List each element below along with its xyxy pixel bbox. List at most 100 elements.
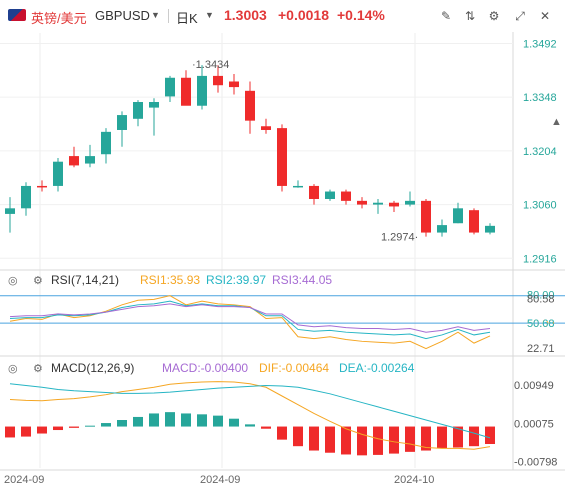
price-tick-label: 1.3060 [523, 200, 557, 212]
candle-body [181, 77, 191, 106]
macd-histogram-bar [5, 426, 15, 438]
macd-panel [5, 381, 495, 456]
x-axis-label: 2024-10 [394, 474, 434, 486]
price-tick-label: 1.2916 [523, 253, 557, 265]
candle-body [133, 102, 143, 119]
macd-histogram-bar [245, 424, 255, 427]
price-axis: 1.34921.33481.32041.30601.2916▲80.0080.5… [514, 38, 562, 468]
x-axis-label: 2024-09 [4, 474, 44, 486]
candle-body [389, 202, 399, 207]
candle-body [165, 77, 175, 97]
macd-histogram-bar [309, 426, 319, 451]
macd-histogram-bar [53, 426, 63, 431]
candle-body [197, 75, 207, 106]
macd-histogram-bar [85, 425, 95, 427]
macd-histogram-bar [277, 426, 287, 440]
candle-body [453, 208, 463, 224]
rsi-settings-icon: ⚙ [33, 275, 43, 287]
rsi-line-rsi3 [9, 303, 491, 333]
candle-body [341, 191, 351, 201]
macd-title: MACD(12,26,9) [51, 361, 134, 375]
candle-body [357, 200, 367, 205]
rsi-legend-item: RSI1:35.93 [140, 273, 200, 287]
candle-body [37, 185, 47, 188]
candle-body [213, 75, 223, 86]
candle-body [245, 90, 255, 121]
candle-body [293, 185, 303, 188]
macd-settings-icon: ⚙ [33, 363, 43, 375]
candle-body [101, 131, 111, 155]
candle-body [373, 202, 383, 205]
macd-histogram-bar [197, 414, 207, 427]
macd-histogram-bar [261, 426, 271, 429]
macd-histogram-bar [149, 413, 159, 427]
macd-histogram-bar [389, 426, 399, 454]
rsi-title: RSI(7,14,21) [51, 273, 119, 287]
macd-histogram-bar [165, 412, 175, 427]
x-axis: 2024-09 2024-09 2024-10 [4, 474, 434, 486]
candle-body [69, 156, 79, 166]
macd-histogram-bar [181, 413, 191, 427]
candle-body [277, 128, 287, 186]
macd-histogram-bar [37, 426, 47, 434]
price-tick-label: 1.3348 [523, 92, 557, 104]
macd-toggle-icon: ◎ [8, 363, 18, 375]
macd-histogram-bar [293, 426, 303, 447]
macd-legend-item: DIF:-0.00464 [259, 361, 329, 375]
high-price-label: ·1.3434 [192, 59, 229, 71]
grid-lines [0, 32, 565, 471]
candle-body [421, 200, 431, 233]
candle-body [485, 225, 495, 233]
candle-body [309, 185, 319, 199]
macd-histogram-bar [325, 426, 335, 453]
candle-body [5, 208, 15, 214]
rsi-panel [0, 295, 565, 350]
rsi-tick-label: 50.68 [527, 318, 555, 330]
macd-histogram-bar [117, 420, 127, 427]
candle-body [117, 115, 127, 130]
candle-body [85, 156, 95, 164]
collapse-axis-icon: ▲ [551, 116, 562, 128]
macd-histogram-bar [341, 426, 351, 455]
macd-histogram-bar [437, 426, 447, 449]
chart-canvas: ·1.3434 1.2974· 1.3492 1.3348 1.3204 1.3060 1… [0, 32, 565, 486]
macd-dif-line [9, 381, 491, 450]
candle-body [21, 185, 31, 209]
candle-body [149, 102, 159, 108]
x-axis-label: 2024-09 [200, 474, 240, 486]
macd-tick-label: 0.00075 [514, 418, 554, 430]
candle-body [53, 161, 63, 186]
macd-histogram-bar [101, 423, 111, 427]
rsi-legend-item: RSI2:39.97 [206, 273, 266, 287]
macd-histogram-bar [373, 426, 383, 455]
rsi-tick-label: 22.71 [527, 343, 555, 355]
macd-histogram-bar [213, 415, 223, 427]
candle-body [405, 200, 415, 205]
low-price-label: 1.2974· [381, 232, 418, 244]
macd-histogram-bar [485, 426, 495, 444]
macd-histogram-bar [405, 426, 415, 452]
candle-body [325, 191, 335, 199]
candle-body [229, 81, 239, 88]
macd-histogram-bar [229, 418, 239, 427]
rsi-line-rsi1 [9, 295, 491, 350]
candle-body [261, 126, 271, 130]
price-tick-label: 1.3204 [523, 146, 557, 158]
macd-tick-label: 0.00949 [514, 380, 554, 392]
macd-legend-item: DEA:-0.00264 [339, 361, 415, 375]
rsi-legend-item: RSI3:44.05 [272, 273, 332, 287]
macd-histogram-bar [69, 426, 79, 428]
candle-body [469, 210, 479, 233]
macd-dea-line [9, 383, 491, 439]
rsi-tick-label: 80.58 [527, 293, 555, 305]
macd-histogram-bar [357, 426, 367, 456]
macd-histogram-bar [133, 416, 143, 427]
legend-area: ◎ ⚙ RSI(7,14,21) RSI1:35.93 RSI2:39.97 RSI3:4… [8, 273, 415, 375]
macd-histogram-bar [21, 426, 31, 437]
macd-tick-label: -0.00798 [514, 456, 557, 468]
macd-legend-item: MACD:-0.00400 [162, 361, 248, 375]
candle-body [437, 225, 447, 233]
rsi-toggle-icon: ◎ [8, 275, 18, 287]
price-tick-label: 1.3492 [523, 38, 557, 50]
macd-histogram-bar [469, 426, 479, 447]
